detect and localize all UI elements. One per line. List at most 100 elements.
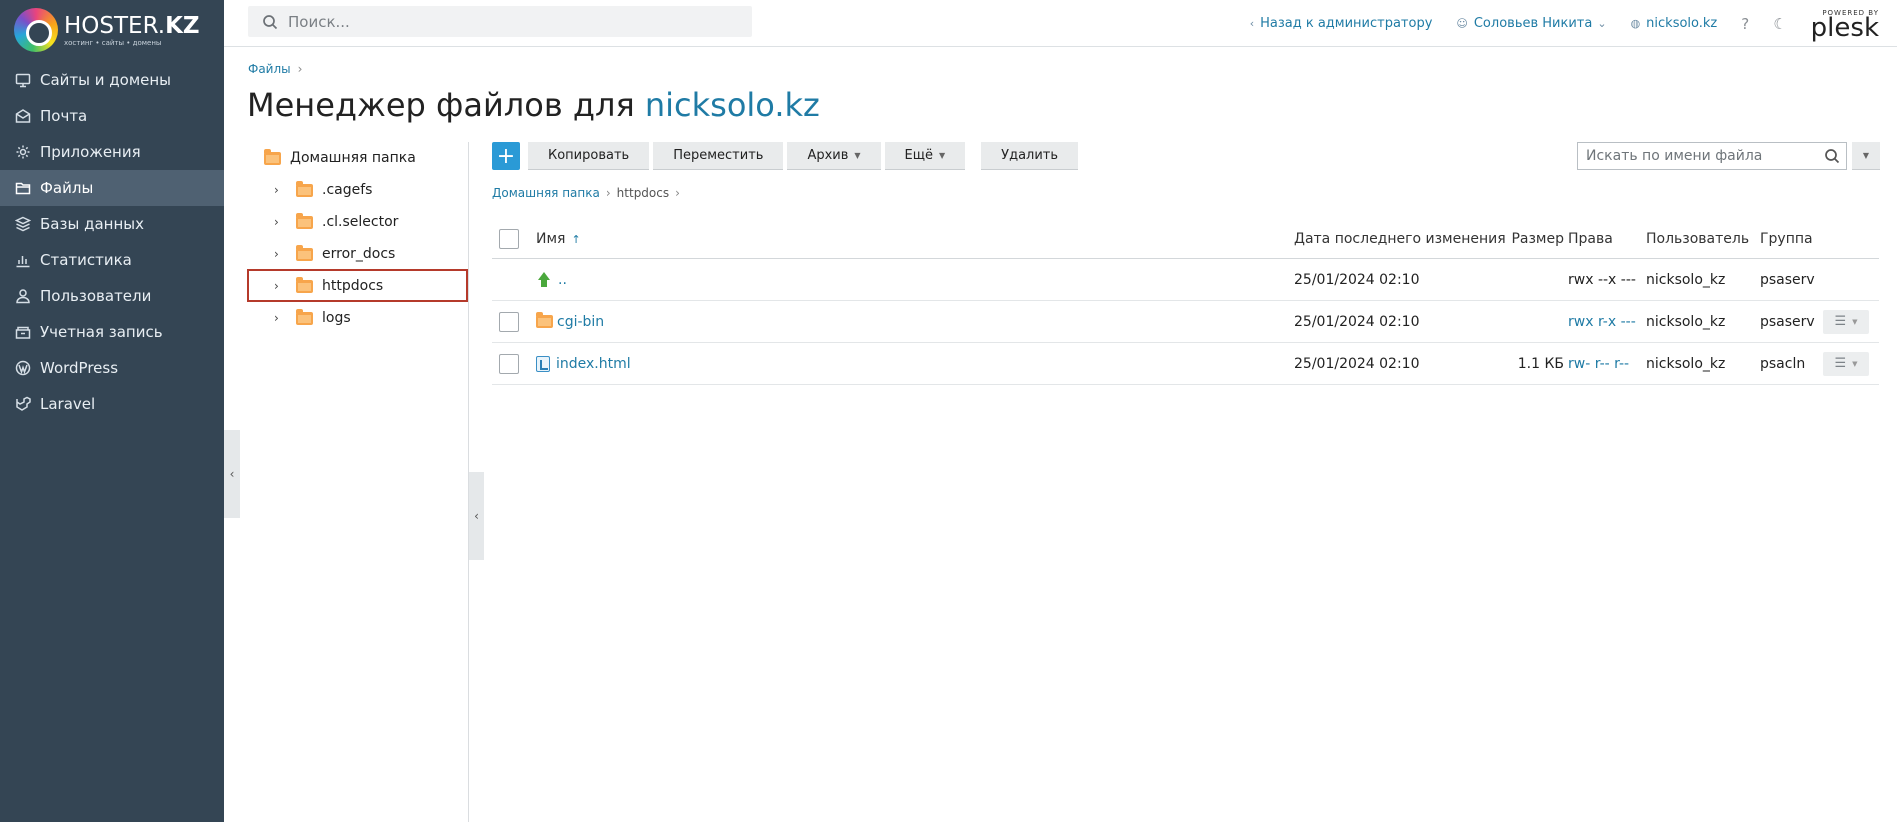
file-link[interactable]: cgi-bin — [536, 301, 604, 342]
table-header: Имя ↑ Дата последнего изменения Размер Пр… — [492, 220, 1879, 259]
file-user: nicksolo_kz — [1646, 313, 1726, 330]
sidebar-item-label: Статистика — [40, 251, 132, 269]
file-perms: rwx --x --- — [1568, 271, 1636, 288]
arrow-up-icon — [536, 271, 552, 288]
path-breadcrumb: Домашняя папка › httpdocs › — [492, 186, 686, 200]
row-menu-button[interactable]: ☰ ▼ — [1823, 309, 1869, 334]
parent-dir-link[interactable]: .. — [536, 259, 567, 300]
tree-item-error-docs[interactable]: › error_docs — [248, 238, 468, 270]
chevron-right-icon: › — [297, 62, 303, 76]
sidebar-item-databases[interactable]: Базы данных — [0, 206, 224, 242]
search-options-button[interactable]: ▼ — [1852, 142, 1880, 170]
chevron-right-icon[interactable]: › — [274, 183, 288, 197]
column-size[interactable]: Размер — [1502, 220, 1564, 258]
domain-link[interactable]: ◍ nicksolo.kz — [1631, 16, 1718, 31]
column-name[interactable]: Имя ↑ — [536, 220, 581, 258]
column-label: Имя — [536, 231, 566, 247]
row-menu-button[interactable]: ☰ ▼ — [1823, 351, 1869, 376]
breadcrumb-files[interactable]: Файлы — [248, 62, 291, 76]
plesk-wordmark: plesk — [1810, 12, 1879, 43]
table-row: cgi-bin 25/01/2024 02:10 rwx r-x --- nic… — [492, 301, 1879, 343]
column-perms[interactable]: Права — [1568, 220, 1613, 258]
tree-item-label: logs — [322, 310, 351, 326]
chevron-down-icon: ▼ — [1852, 359, 1858, 368]
folder-icon — [296, 308, 313, 325]
search-input[interactable]: Поиск... — [248, 6, 752, 37]
logo-icon — [14, 8, 58, 52]
tree-collapse-button[interactable]: ‹ — [469, 472, 484, 560]
file-size — [1502, 259, 1564, 300]
chart-icon — [14, 251, 32, 269]
file-search-input[interactable]: Искать по имени файла — [1577, 142, 1847, 170]
help-icon[interactable]: ? — [1741, 15, 1749, 33]
select-all-checkbox[interactable] — [499, 229, 519, 249]
wordpress-icon — [14, 359, 32, 377]
sidebar-item-mail[interactable]: Почта — [0, 98, 224, 134]
file-perms-link[interactable]: rw- r-- r-- — [1568, 343, 1629, 384]
folder-tree: Домашняя папка › .cagefs › .cl.selector … — [248, 142, 468, 334]
hamburger-icon: ☰ — [1834, 314, 1847, 329]
chevron-right-icon[interactable]: › — [274, 311, 288, 325]
tree-item-cl-selector[interactable]: › .cl.selector — [248, 206, 468, 238]
sidebar-item-wordpress[interactable]: WordPress — [0, 350, 224, 386]
sidebar-nav: Сайты и домены Почта Приложения Файлы Ба… — [0, 62, 224, 422]
chevron-down-icon: ⌄ — [1597, 17, 1607, 30]
sidebar: HOSTER.KZ хостинг • сайты • домены Сайты… — [0, 0, 224, 822]
column-user[interactable]: Пользователь — [1646, 220, 1749, 258]
row-checkbox[interactable] — [499, 353, 519, 374]
sidebar-item-account[interactable]: Учетная запись — [0, 314, 224, 350]
path-home-link[interactable]: Домашняя папка — [492, 186, 600, 200]
sidebar-collapse-button[interactable]: ‹ — [224, 430, 240, 518]
column-group[interactable]: Группа — [1760, 220, 1813, 258]
row-checkbox[interactable] — [499, 311, 519, 332]
sidebar-item-users[interactable]: Пользователи — [0, 278, 224, 314]
file-link[interactable]: index.html — [536, 343, 631, 384]
file-date: 25/01/2024 02:10 — [1294, 271, 1420, 288]
move-button[interactable]: Переместить — [653, 142, 784, 170]
sidebar-item-sites[interactable]: Сайты и домены — [0, 62, 224, 98]
tree-item-home[interactable]: Домашняя папка — [248, 142, 468, 174]
table-row: .. 25/01/2024 02:10 rwx --x --- nicksolo… — [492, 259, 1879, 301]
folder-icon — [296, 180, 313, 197]
add-button[interactable]: + — [492, 142, 520, 170]
user-menu[interactable]: ☺ Соловьев Никита ⌄ — [1456, 16, 1606, 31]
tree-item-logs[interactable]: › logs — [248, 302, 468, 334]
laravel-icon — [14, 395, 32, 413]
sidebar-item-label: Базы данных — [40, 215, 144, 233]
column-date[interactable]: Дата последнего изменения — [1294, 220, 1506, 258]
sidebar-item-label: Почта — [40, 107, 88, 125]
tree-item-label: Домашняя папка — [290, 150, 416, 166]
folder-icon — [296, 212, 313, 229]
chevron-right-icon: › — [605, 186, 611, 200]
sidebar-item-label: Приложения — [40, 143, 141, 161]
sidebar-item-laravel[interactable]: Laravel — [0, 386, 224, 422]
sidebar-item-files[interactable]: Файлы — [0, 170, 224, 206]
brand-logo[interactable]: HOSTER.KZ хостинг • сайты • домены — [14, 7, 200, 53]
tree-item-cagefs[interactable]: › .cagefs — [248, 174, 468, 206]
chevron-right-icon[interactable]: › — [274, 247, 288, 261]
file-user: nicksolo_kz — [1646, 355, 1726, 372]
file-name: index.html — [556, 355, 631, 372]
delete-button[interactable]: Удалить — [981, 142, 1079, 170]
page-title-domain[interactable]: nicksolo.kz — [645, 86, 820, 124]
file-toolbar: + Копировать Переместить Архив ▼ Ещё ▼ Уда… — [492, 142, 1082, 171]
sidebar-item-stats[interactable]: Статистика — [0, 242, 224, 278]
chevron-right-icon[interactable]: › — [274, 215, 288, 229]
file-date: 25/01/2024 02:10 — [1294, 313, 1420, 330]
search-icon[interactable] — [1824, 148, 1840, 164]
sidebar-item-apps[interactable]: Приложения — [0, 134, 224, 170]
search-icon — [263, 14, 278, 29]
file-group: psaserv — [1760, 313, 1815, 330]
moon-icon[interactable]: ☾ — [1773, 15, 1786, 33]
archive-button[interactable]: Архив ▼ — [787, 142, 881, 170]
chevron-right-icon: › — [675, 186, 680, 200]
copy-button[interactable]: Копировать — [528, 142, 650, 170]
file-size — [1502, 301, 1564, 342]
globe-icon: ◍ — [1630, 17, 1641, 30]
more-button[interactable]: Ещё ▼ — [884, 142, 966, 170]
brand-tagline: хостинг • сайты • домены — [64, 38, 162, 47]
page-title-prefix: Менеджер файлов для — [247, 86, 635, 124]
file-name: cgi-bin — [557, 313, 605, 330]
back-to-admin-link[interactable]: ‹ Назад к администратору — [1250, 16, 1433, 31]
file-perms-link[interactable]: rwx r-x --- — [1568, 301, 1636, 342]
